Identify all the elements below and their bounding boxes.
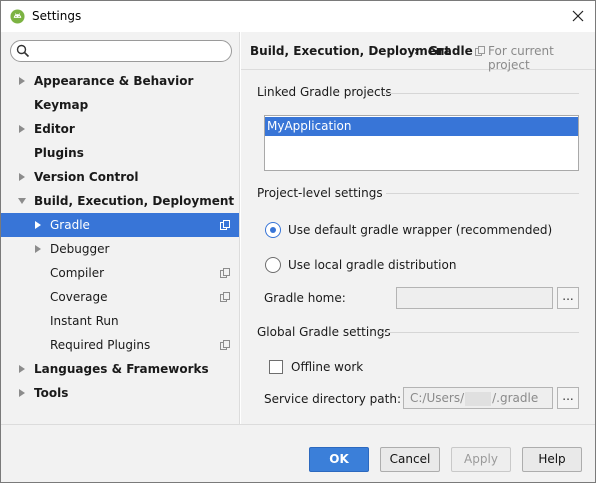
- tree-item[interactable]: Instant Run: [1, 309, 239, 333]
- collapsed-arrow-icon[interactable]: [18, 77, 26, 85]
- tree-item-label: Compiler: [50, 266, 105, 280]
- settings-tree: Appearance & Behavior Keymap Editor Plugins…: [1, 69, 239, 405]
- tree-item[interactable]: Coverage: [1, 285, 239, 309]
- section-divider: [386, 193, 579, 194]
- tree-item-label: Debugger: [50, 242, 110, 256]
- tree-item-label: Instant Run: [50, 314, 119, 328]
- tree-item-label: Languages & Frameworks: [34, 362, 209, 376]
- gradle-home-browse-button[interactable]: ...: [557, 287, 579, 309]
- service-directory-field[interactable]: C:/Users/ /.gradle: [403, 387, 553, 409]
- tree-item[interactable]: Version Control: [1, 165, 239, 189]
- cancel-button[interactable]: Cancel: [380, 447, 440, 472]
- tree-item[interactable]: Compiler: [1, 261, 239, 285]
- window-title: Settings: [32, 9, 82, 23]
- search-icon: [16, 44, 30, 58]
- section-divider: [383, 93, 579, 94]
- tree-item[interactable]: Build, Execution, Deployment: [1, 189, 239, 213]
- project-scope-icon: [220, 340, 230, 350]
- gradle-home-label: Gradle home:: [264, 291, 346, 305]
- project-scope-icon: [220, 220, 230, 230]
- close-icon: [572, 10, 584, 22]
- breadcrumb-current: Gradle: [428, 44, 473, 58]
- tree-item[interactable]: Gradle: [1, 213, 239, 237]
- linked-projects-list[interactable]: MyApplication: [264, 115, 579, 171]
- tree-item[interactable]: Languages & Frameworks: [1, 357, 239, 381]
- project-scope-icon: [220, 268, 230, 278]
- tree-item[interactable]: Tools: [1, 381, 239, 405]
- service-directory-prefix: C:/Users/: [410, 391, 465, 405]
- tree-item-label: Keymap: [34, 98, 89, 112]
- tree-item[interactable]: Plugins: [1, 141, 239, 165]
- collapsed-arrow-icon[interactable]: [18, 389, 26, 397]
- tree-item-label: Build, Execution, Deployment: [34, 194, 235, 208]
- tree-item-label: Editor: [34, 122, 75, 136]
- tree-item[interactable]: Required Plugins: [1, 333, 239, 357]
- dialog-footer: OK Cancel Apply Help: [1, 424, 595, 482]
- global-settings-title: Global Gradle settings: [257, 325, 391, 339]
- ok-button[interactable]: OK: [309, 447, 369, 472]
- collapsed-arrow-icon[interactable]: [18, 365, 26, 373]
- tree-item[interactable]: Appearance & Behavior: [1, 69, 239, 93]
- settings-sidebar: Appearance & Behavior Keymap Editor Plugins…: [1, 32, 240, 424]
- collapsed-arrow-icon[interactable]: [34, 245, 42, 253]
- android-studio-icon: [10, 9, 25, 24]
- project-level-title: Project-level settings: [257, 186, 383, 200]
- tree-item[interactable]: Editor: [1, 117, 239, 141]
- breadcrumb-separator: ›: [414, 44, 419, 58]
- tree-item-label: Gradle: [50, 218, 90, 232]
- list-item[interactable]: MyApplication: [265, 117, 578, 136]
- breadcrumb-scope: For current project: [488, 44, 554, 72]
- collapsed-arrow-icon[interactable]: [18, 173, 26, 181]
- settings-window: Settings Appearance & Behavior Keymap Edit…: [0, 0, 596, 483]
- project-scope-icon: [475, 46, 485, 56]
- collapsed-arrow-icon[interactable]: [18, 125, 26, 133]
- tree-item-label: Required Plugins: [50, 338, 151, 352]
- offline-work-checkbox[interactable]: [269, 360, 283, 374]
- redacted-username: [465, 391, 492, 406]
- tree-item-label: Version Control: [34, 170, 139, 184]
- help-button[interactable]: Help: [522, 447, 582, 472]
- breadcrumb: Build, Execution, Deployment › Gradle Fo…: [241, 32, 595, 72]
- tree-item-label: Tools: [34, 386, 69, 400]
- gradle-home-field[interactable]: [396, 287, 553, 309]
- section-divider: [380, 332, 579, 333]
- apply-button[interactable]: Apply: [451, 447, 511, 472]
- use-wrapper-label[interactable]: Use default gradle wrapper (recommended): [288, 223, 552, 237]
- tree-item[interactable]: Debugger: [1, 237, 239, 261]
- tree-item-label: Coverage: [50, 290, 108, 304]
- collapsed-arrow-icon[interactable]: [34, 221, 42, 229]
- offline-work-label[interactable]: Offline work: [291, 360, 363, 374]
- service-directory-suffix: /.gradle: [492, 391, 539, 405]
- search-input[interactable]: [33, 43, 225, 59]
- title-bar: Settings: [1, 1, 595, 32]
- linked-projects-title: Linked Gradle projects: [257, 85, 392, 99]
- use-local-label[interactable]: Use local gradle distribution: [288, 258, 456, 272]
- expanded-arrow-icon[interactable]: [18, 197, 26, 205]
- gradle-settings-panel: Build, Execution, Deployment › Gradle Fo…: [241, 32, 595, 424]
- project-scope-icon: [220, 292, 230, 302]
- service-directory-label: Service directory path:: [264, 392, 401, 406]
- use-wrapper-radio[interactable]: [265, 222, 281, 238]
- breadcrumb-parent: Build, Execution, Deployment: [250, 44, 451, 58]
- service-directory-browse-button[interactable]: ...: [557, 387, 579, 409]
- tree-item[interactable]: Keymap: [1, 93, 239, 117]
- search-box[interactable]: [10, 40, 232, 62]
- tree-item-label: Appearance & Behavior: [34, 74, 194, 88]
- close-button[interactable]: [561, 1, 595, 31]
- tree-item-label: Plugins: [34, 146, 84, 160]
- use-local-radio[interactable]: [265, 257, 281, 273]
